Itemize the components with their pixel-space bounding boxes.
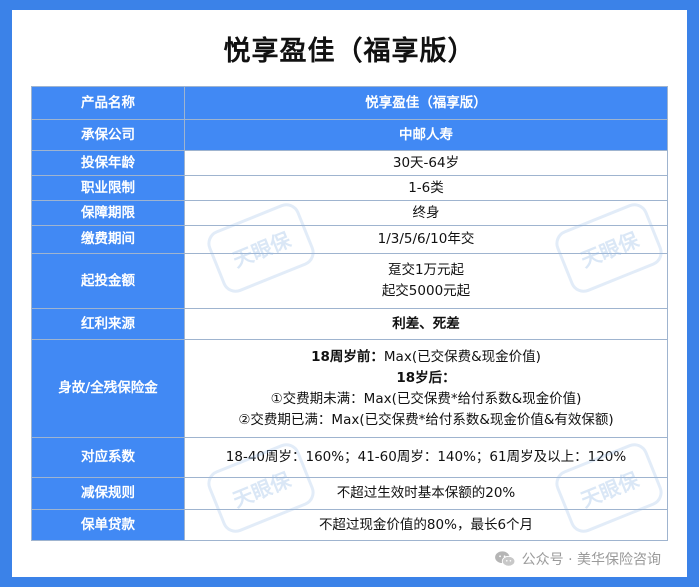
table-row: 保单贷款 不超过现金价值的80%，最长6个月: [31, 509, 668, 541]
product-info-table: 产品名称 悦享盈佳（福享版） 承保公司 中邮人寿 投保年龄 30天-64岁 职业…: [31, 86, 668, 541]
footer-attribution: 公众号 · 美华保险咨询: [494, 549, 661, 569]
row-label: 职业限制: [31, 175, 185, 201]
row-value: 终身: [184, 200, 668, 226]
row-value: 中邮人寿: [184, 119, 668, 151]
table-row: 承保公司 中邮人寿: [31, 119, 668, 151]
row-value: 利差、死差: [184, 308, 668, 340]
wechat-icon: [494, 551, 515, 567]
row-value: 不超过现金价值的80%，最长6个月: [184, 509, 668, 541]
table-row: 身故/全残保险金 18周岁前：Max(已交保费&现金价值) 18岁后： ①交费期…: [31, 339, 668, 438]
row-value: 悦享盈佳（福享版）: [184, 86, 668, 120]
row-label: 减保规则: [31, 477, 185, 510]
footer-text: 公众号 · 美华保险咨询: [521, 552, 661, 568]
row-label: 起投金额: [31, 253, 185, 309]
row-label: 承保公司: [31, 119, 185, 151]
row-label: 投保年龄: [31, 150, 185, 176]
table-row: 减保规则 不超过生效时基本保额的20%: [31, 477, 668, 510]
row-value: 30天-64岁: [184, 150, 668, 176]
row-label: 保单贷款: [31, 509, 185, 541]
row-label: 缴费期间: [31, 225, 185, 254]
row-label: 产品名称: [31, 86, 185, 120]
row-value: 1-6类: [184, 175, 668, 201]
table-row: 起投金额 趸交1万元起 起交5000元起: [31, 253, 668, 309]
row-value: 1/3/5/6/10年交: [184, 225, 668, 254]
row-label: 身故/全残保险金: [31, 339, 185, 438]
row-value: 不超过生效时基本保额的20%: [184, 477, 668, 510]
row-label: 红利来源: [31, 308, 185, 340]
row-value: 趸交1万元起 起交5000元起: [184, 253, 668, 309]
table-row: 红利来源 利差、死差: [31, 308, 668, 340]
table-row: 保障期限 终身: [31, 200, 668, 226]
page-title: 悦享盈佳（福享版）: [223, 36, 476, 67]
table-row: 对应系数 18-40周岁：160%；41-60周岁：140%；61周岁及以上：1…: [31, 437, 668, 478]
row-label: 保障期限: [31, 200, 185, 226]
table-row: 缴费期间 1/3/5/6/10年交: [31, 225, 668, 254]
table-row: 产品名称 悦享盈佳（福享版）: [31, 86, 668, 120]
product-card: 悦享盈佳（福享版） 产品名称 悦享盈佳（福享版） 承保公司 中邮人寿 投保年龄 …: [12, 10, 687, 577]
table-row: 投保年龄 30天-64岁: [31, 150, 668, 176]
row-value: 18-40周岁：160%；41-60周岁：140%；61周岁及以上：120%: [184, 437, 668, 478]
row-label: 对应系数: [31, 437, 185, 478]
row-value: 18周岁前：Max(已交保费&现金价值) 18岁后： ①交费期未满：Max(已交…: [184, 339, 668, 438]
table-row: 职业限制 1-6类: [31, 175, 668, 201]
